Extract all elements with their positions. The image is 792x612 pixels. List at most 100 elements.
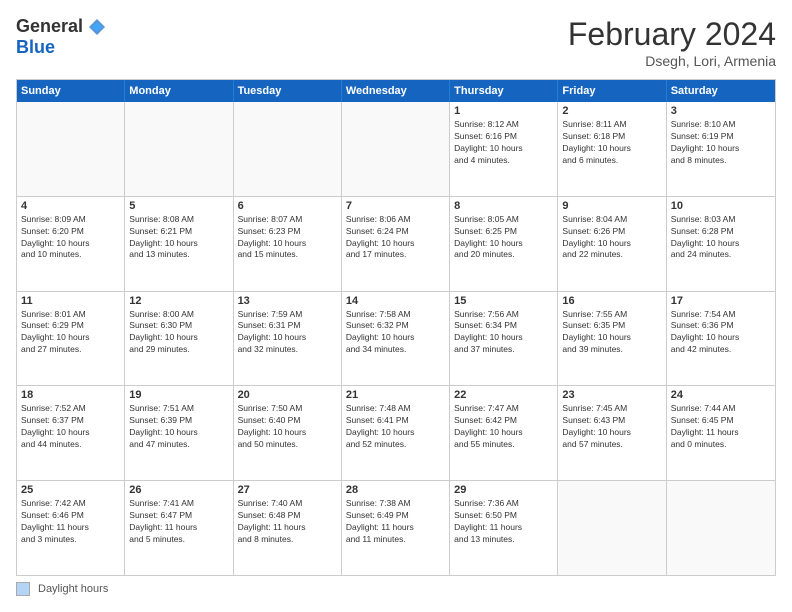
day-number: 23 bbox=[562, 389, 661, 401]
day-info: Sunrise: 7:41 AM Sunset: 6:47 PM Dayligh… bbox=[129, 498, 228, 546]
cal-day-4: 4 Sunrise: 8:09 AM Sunset: 6:20 PM Daylig… bbox=[17, 197, 125, 291]
day-info: Sunrise: 8:01 AM Sunset: 6:29 PM Dayligh… bbox=[21, 309, 120, 357]
day-number: 8 bbox=[454, 200, 553, 212]
day-info: Sunrise: 8:09 AM Sunset: 6:20 PM Dayligh… bbox=[21, 214, 120, 262]
day-number: 5 bbox=[129, 200, 228, 212]
month-title: February 2024 bbox=[568, 16, 776, 53]
cal-day-21: 21Sunrise: 7:48 AM Sunset: 6:41 PM Dayli… bbox=[342, 386, 450, 480]
day-info: Sunrise: 7:47 AM Sunset: 6:42 PM Dayligh… bbox=[454, 403, 553, 451]
day-number: 27 bbox=[238, 484, 337, 496]
cal-day-13: 13 Sunrise: 7:59 AM Sunset: 6:31 PM Dayli… bbox=[234, 292, 342, 386]
cal-day-10: 10 Sunrise: 8:03 AM Sunset: 6:28 PM Dayli… bbox=[667, 197, 775, 291]
day-number: 28 bbox=[346, 484, 445, 496]
cal-week-2: 4 Sunrise: 8:09 AM Sunset: 6:20 PM Daylig… bbox=[17, 197, 775, 292]
day-info: Sunrise: 8:10 AM Sunset: 6:19 PM Dayligh… bbox=[671, 119, 771, 167]
cal-day-14: 14Sunrise: 7:58 AM Sunset: 6:32 PM Dayli… bbox=[342, 292, 450, 386]
cal-day-23: 23 Sunrise: 7:45 AM Sunset: 6:43 PM Dayli… bbox=[558, 386, 666, 480]
cal-day-20: 20 Sunrise: 7:50 AM Sunset: 6:40 PM Dayli… bbox=[234, 386, 342, 480]
cal-day-11: 11Sunrise: 8:01 AM Sunset: 6:29 PM Dayli… bbox=[17, 292, 125, 386]
cal-day-18: 18Sunrise: 7:52 AM Sunset: 6:37 PM Dayli… bbox=[17, 386, 125, 480]
day-number: 15 bbox=[454, 295, 553, 307]
day-number: 7 bbox=[346, 200, 445, 212]
day-info: Sunrise: 7:44 AM Sunset: 6:45 PM Dayligh… bbox=[671, 403, 771, 451]
cal-day-27: 27Sunrise: 7:40 AM Sunset: 6:48 PM Dayli… bbox=[234, 481, 342, 575]
calendar-header: SundayMondayTuesdayWednesdayThursdayFrid… bbox=[17, 80, 775, 102]
day-number: 20 bbox=[238, 389, 337, 401]
day-number: 16 bbox=[562, 295, 661, 307]
day-number: 9 bbox=[562, 200, 661, 212]
cal-day-29: 29 Sunrise: 7:36 AM Sunset: 6:50 PM Dayli… bbox=[450, 481, 558, 575]
day-info: Sunrise: 7:59 AM Sunset: 6:31 PM Dayligh… bbox=[238, 309, 337, 357]
day-number: 24 bbox=[671, 389, 771, 401]
cal-day-12: 12 Sunrise: 8:00 AM Sunset: 6:30 PM Dayli… bbox=[125, 292, 233, 386]
cal-day-15: 15Sunrise: 7:56 AM Sunset: 6:34 PM Dayli… bbox=[450, 292, 558, 386]
cal-header-day-wednesday: Wednesday bbox=[342, 80, 450, 102]
cal-week-1: 1Sunrise: 8:12 AM Sunset: 6:16 PM Daylig… bbox=[17, 102, 775, 197]
cal-day-24: 24 Sunrise: 7:44 AM Sunset: 6:45 PM Dayli… bbox=[667, 386, 775, 480]
cal-header-day-thursday: Thursday bbox=[450, 80, 558, 102]
day-info: Sunrise: 8:07 AM Sunset: 6:23 PM Dayligh… bbox=[238, 214, 337, 262]
cal-day-6: 6 Sunrise: 8:07 AM Sunset: 6:23 PM Daylig… bbox=[234, 197, 342, 291]
day-info: Sunrise: 8:00 AM Sunset: 6:30 PM Dayligh… bbox=[129, 309, 228, 357]
day-info: Sunrise: 7:50 AM Sunset: 6:40 PM Dayligh… bbox=[238, 403, 337, 451]
footer: Daylight hours bbox=[16, 582, 776, 596]
cal-day-19: 19Sunrise: 7:51 AM Sunset: 6:39 PM Dayli… bbox=[125, 386, 233, 480]
day-info: Sunrise: 7:45 AM Sunset: 6:43 PM Dayligh… bbox=[562, 403, 661, 451]
day-number: 21 bbox=[346, 389, 445, 401]
day-info: Sunrise: 7:38 AM Sunset: 6:49 PM Dayligh… bbox=[346, 498, 445, 546]
cal-day-9: 9 Sunrise: 8:04 AM Sunset: 6:26 PM Daylig… bbox=[558, 197, 666, 291]
day-info: Sunrise: 7:55 AM Sunset: 6:35 PM Dayligh… bbox=[562, 309, 661, 357]
cal-day-empty bbox=[667, 481, 775, 575]
cal-day-empty bbox=[17, 102, 125, 196]
day-info: Sunrise: 7:36 AM Sunset: 6:50 PM Dayligh… bbox=[454, 498, 553, 546]
cal-header-day-friday: Friday bbox=[558, 80, 666, 102]
cal-day-empty bbox=[342, 102, 450, 196]
day-info: Sunrise: 8:03 AM Sunset: 6:28 PM Dayligh… bbox=[671, 214, 771, 262]
legend-box bbox=[16, 582, 30, 596]
page: General Blue February 2024 Dsegh, Lori, … bbox=[0, 0, 792, 612]
day-info: Sunrise: 7:52 AM Sunset: 6:37 PM Dayligh… bbox=[21, 403, 120, 451]
cal-day-26: 26 Sunrise: 7:41 AM Sunset: 6:47 PM Dayli… bbox=[125, 481, 233, 575]
day-number: 10 bbox=[671, 200, 771, 212]
logo-general: General bbox=[16, 16, 83, 37]
day-info: Sunrise: 7:51 AM Sunset: 6:39 PM Dayligh… bbox=[129, 403, 228, 451]
day-number: 14 bbox=[346, 295, 445, 307]
cal-day-2: 2Sunrise: 8:11 AM Sunset: 6:18 PM Daylig… bbox=[558, 102, 666, 196]
cal-week-5: 25 Sunrise: 7:42 AM Sunset: 6:46 PM Dayli… bbox=[17, 481, 775, 575]
day-number: 12 bbox=[129, 295, 228, 307]
cal-day-5: 5 Sunrise: 8:08 AM Sunset: 6:21 PM Daylig… bbox=[125, 197, 233, 291]
logo: General Blue bbox=[16, 16, 107, 58]
cal-day-17: 17Sunrise: 7:54 AM Sunset: 6:36 PM Dayli… bbox=[667, 292, 775, 386]
day-number: 3 bbox=[671, 105, 771, 117]
cal-week-3: 11Sunrise: 8:01 AM Sunset: 6:29 PM Dayli… bbox=[17, 292, 775, 387]
cal-day-empty bbox=[558, 481, 666, 575]
logo-icon bbox=[87, 17, 107, 37]
day-number: 2 bbox=[562, 105, 661, 117]
day-info: Sunrise: 8:05 AM Sunset: 6:25 PM Dayligh… bbox=[454, 214, 553, 262]
day-number: 29 bbox=[454, 484, 553, 496]
cal-day-8: 8 Sunrise: 8:05 AM Sunset: 6:25 PM Daylig… bbox=[450, 197, 558, 291]
logo-blue: Blue bbox=[16, 37, 55, 58]
day-number: 13 bbox=[238, 295, 337, 307]
cal-day-empty bbox=[125, 102, 233, 196]
cal-day-25: 25 Sunrise: 7:42 AM Sunset: 6:46 PM Dayli… bbox=[17, 481, 125, 575]
calendar: SundayMondayTuesdayWednesdayThursdayFrid… bbox=[16, 79, 776, 576]
day-number: 6 bbox=[238, 200, 337, 212]
title-section: February 2024 Dsegh, Lori, Armenia bbox=[568, 16, 776, 69]
cal-day-28: 28 Sunrise: 7:38 AM Sunset: 6:49 PM Dayli… bbox=[342, 481, 450, 575]
cal-day-22: 22 Sunrise: 7:47 AM Sunset: 6:42 PM Dayli… bbox=[450, 386, 558, 480]
day-number: 4 bbox=[21, 200, 120, 212]
location-subtitle: Dsegh, Lori, Armenia bbox=[568, 53, 776, 69]
day-number: 25 bbox=[21, 484, 120, 496]
cal-day-3: 3 Sunrise: 8:10 AM Sunset: 6:19 PM Daylig… bbox=[667, 102, 775, 196]
day-info: Sunrise: 7:42 AM Sunset: 6:46 PM Dayligh… bbox=[21, 498, 120, 546]
cal-day-1: 1Sunrise: 8:12 AM Sunset: 6:16 PM Daylig… bbox=[450, 102, 558, 196]
day-info: Sunrise: 8:08 AM Sunset: 6:21 PM Dayligh… bbox=[129, 214, 228, 262]
day-number: 22 bbox=[454, 389, 553, 401]
day-number: 26 bbox=[129, 484, 228, 496]
cal-week-4: 18Sunrise: 7:52 AM Sunset: 6:37 PM Dayli… bbox=[17, 386, 775, 481]
day-info: Sunrise: 8:04 AM Sunset: 6:26 PM Dayligh… bbox=[562, 214, 661, 262]
day-info: Sunrise: 8:06 AM Sunset: 6:24 PM Dayligh… bbox=[346, 214, 445, 262]
legend-label: Daylight hours bbox=[38, 583, 108, 595]
cal-day-empty bbox=[234, 102, 342, 196]
